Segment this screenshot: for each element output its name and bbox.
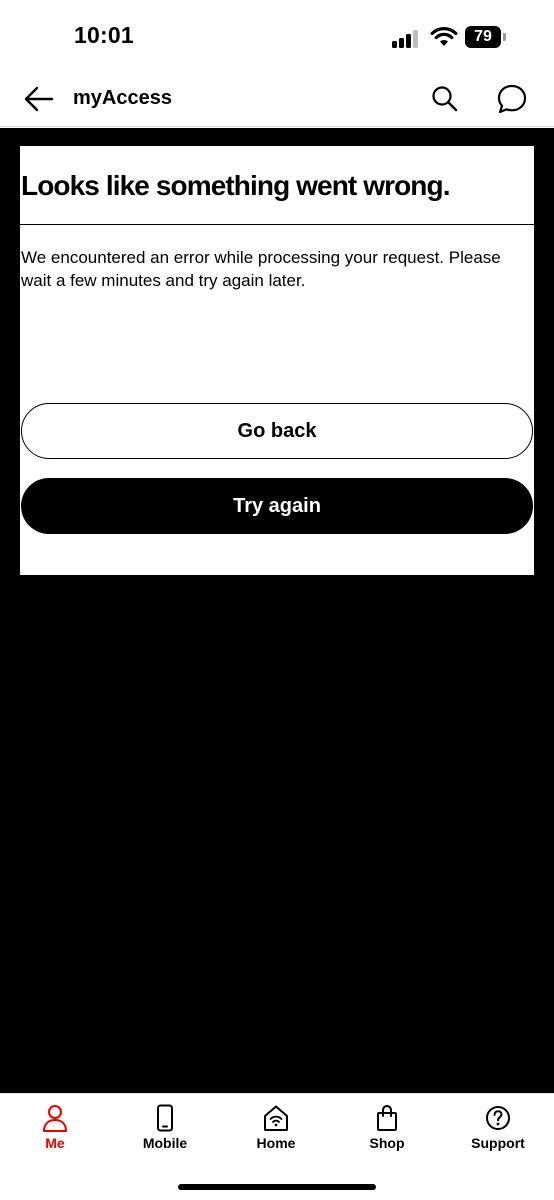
shopping-bag-icon <box>377 1104 397 1131</box>
arrow-left-icon[interactable] <box>22 82 56 116</box>
cellular-signal-icon <box>392 28 422 48</box>
nav-item-home[interactable]: Home <box>226 1104 326 1164</box>
chat-bubble-icon[interactable] <box>495 82 529 116</box>
nav-label-home: Home <box>256 1135 296 1151</box>
status-time: 10:01 <box>74 22 134 48</box>
nav-label-support: Support <box>471 1135 525 1151</box>
nav-item-shop[interactable]: Shop <box>337 1104 437 1164</box>
error-title: Looks like something went wrong. <box>21 170 450 201</box>
battery-icon: 79 <box>465 26 507 48</box>
bottom-nav: Me Mobile Home Shop Support <box>0 1093 554 1200</box>
status-bar: 10:01 79 <box>0 0 554 72</box>
go-back-button[interactable]: Go back <box>21 403 533 459</box>
content-area: Looks like something went wrong. We enco… <box>0 128 554 1093</box>
error-card: Looks like something went wrong. We enco… <box>20 146 534 575</box>
search-icon[interactable] <box>428 82 462 116</box>
home-wifi-icon <box>264 1105 288 1131</box>
phone-icon <box>157 1104 173 1132</box>
wifi-icon <box>430 27 458 46</box>
app-header: myAccess <box>0 72 554 127</box>
app-screen: 10:01 79 myAccess Looks like something w… <box>0 0 554 1200</box>
person-icon <box>43 1105 67 1132</box>
nav-item-support[interactable]: Support <box>448 1104 548 1164</box>
nav-item-me[interactable]: Me <box>5 1104 105 1164</box>
nav-label-me: Me <box>45 1135 65 1151</box>
nav-label-mobile: Mobile <box>142 1135 188 1151</box>
divider <box>20 224 534 225</box>
home-indicator <box>178 1184 376 1190</box>
nav-item-mobile[interactable]: Mobile <box>115 1104 215 1164</box>
page-title: myAccess <box>73 87 172 109</box>
nav-label-shop: Shop <box>369 1135 405 1151</box>
help-circle-icon <box>486 1106 510 1130</box>
try-again-button[interactable]: Try again <box>21 478 533 534</box>
error-message: We encountered an error while processing… <box>21 248 501 290</box>
battery-level: 79 <box>474 28 492 45</box>
